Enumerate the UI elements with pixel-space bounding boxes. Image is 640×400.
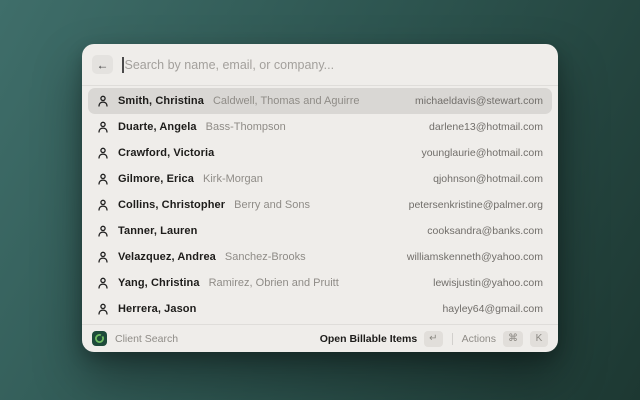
- footer-actions: Open Billable Items ↵ Actions ⌘ K: [320, 330, 548, 347]
- result-email: williamskenneth@yahoo.com: [406, 251, 543, 263]
- footer-divider: [451, 332, 453, 345]
- result-company: Bass-Thompson: [205, 121, 286, 133]
- person-icon: [97, 95, 109, 107]
- person-icon: [97, 225, 109, 237]
- result-name: Crawford, Victoria: [118, 147, 215, 159]
- arrow-left-icon: ←: [96, 57, 109, 72]
- result-email: qjohnson@hotmail.com: [433, 173, 543, 185]
- search-input[interactable]: [124, 57, 546, 72]
- result-name: Velazquez, Andrea: [118, 251, 216, 263]
- result-email: lewisjustin@yahoo.com: [433, 277, 543, 289]
- result-row[interactable]: Gilmore, Erica Kirk-Morgan qjohnson@hotm…: [88, 166, 552, 192]
- result-name: Smith, Christina: [118, 95, 204, 107]
- person-icon: [97, 147, 109, 159]
- result-email: darlene13@hotmail.com: [429, 121, 543, 133]
- footer-app-label: Client Search: [115, 332, 179, 345]
- result-name: Yang, Christina: [118, 277, 200, 289]
- person-icon: [97, 173, 109, 185]
- result-email: younglaurie@hotmail.com: [421, 147, 543, 159]
- result-email: michaeldavis@stewart.com: [415, 95, 543, 107]
- result-company: Kirk-Morgan: [203, 173, 263, 185]
- k-key-badge[interactable]: K: [530, 330, 548, 347]
- person-icon: [97, 277, 109, 289]
- result-name: Collins, Christopher: [118, 199, 226, 211]
- person-icon: [97, 199, 109, 211]
- result-row[interactable]: Collins, Christopher Berry and Sons pete…: [88, 192, 552, 218]
- client-search-app-icon: [92, 331, 107, 346]
- result-row[interactable]: Yang, Christina Ramirez, Obrien and Prui…: [88, 270, 552, 296]
- person-icon: [97, 303, 109, 315]
- result-company: Caldwell, Thomas and Aguirre: [212, 95, 360, 107]
- result-row[interactable]: Herrera, Jason hayley64@gmail.com: [88, 296, 552, 322]
- cmd-key-badge[interactable]: ⌘: [503, 330, 523, 347]
- result-name: Duarte, Angela: [118, 121, 197, 133]
- return-key-badge[interactable]: ↵: [424, 330, 443, 347]
- footer-bar: Client Search Open Billable Items ↵ Acti…: [82, 324, 558, 352]
- open-billable-items-button[interactable]: Open Billable Items: [320, 333, 417, 345]
- actions-button[interactable]: Actions: [462, 333, 496, 345]
- result-company: Sanchez-Brooks: [224, 251, 306, 263]
- result-row[interactable]: Tanner, Lauren cooksandra@banks.com: [88, 218, 552, 244]
- text-caret: [122, 56, 124, 73]
- result-company: Berry and Sons: [234, 199, 310, 211]
- results-list: Smith, Christina Caldwell, Thomas and Ag…: [82, 86, 558, 324]
- result-name: Gilmore, Erica: [118, 173, 194, 185]
- result-email: hayley64@gmail.com: [442, 303, 543, 315]
- result-email: petersenkristine@palmer.org: [408, 199, 543, 211]
- search-bar: ←: [82, 44, 558, 86]
- result-row[interactable]: Velazquez, Andrea Sanchez-Brooks william…: [88, 244, 552, 270]
- result-row[interactable]: Smith, Christina Caldwell, Thomas and Ag…: [88, 88, 552, 114]
- person-icon: [97, 121, 109, 133]
- result-row[interactable]: Duarte, Angela Bass-Thompson darlene13@h…: [88, 114, 552, 140]
- back-button[interactable]: ←: [92, 55, 113, 74]
- person-icon: [97, 251, 109, 263]
- result-company: Ramirez, Obrien and Pruitt: [208, 277, 339, 289]
- result-email: cooksandra@banks.com: [427, 225, 543, 237]
- result-name: Tanner, Lauren: [118, 225, 198, 237]
- command-palette-window: ← Smith, Christina Caldwell, Thomas and …: [82, 44, 558, 352]
- result-name: Herrera, Jason: [118, 303, 197, 315]
- result-row[interactable]: Crawford, Victoria younglaurie@hotmail.c…: [88, 140, 552, 166]
